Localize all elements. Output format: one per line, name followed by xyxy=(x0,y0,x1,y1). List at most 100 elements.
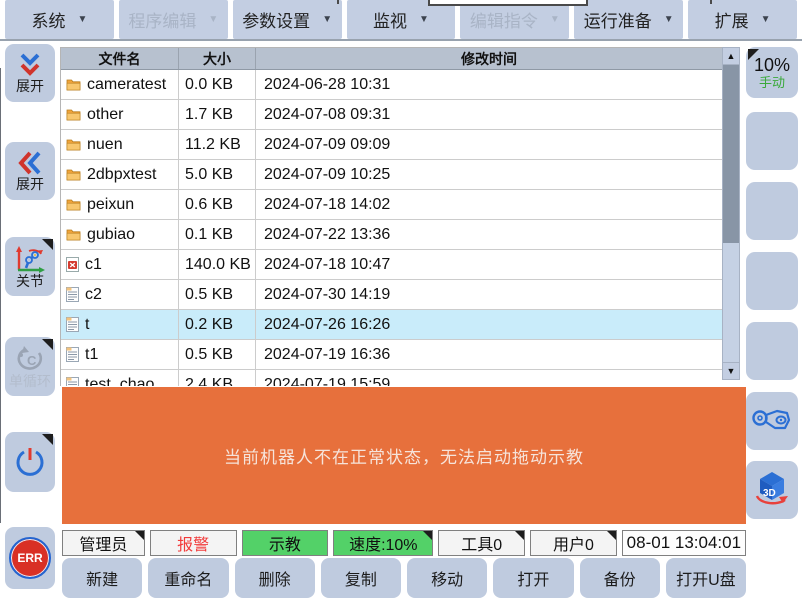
file-name-cell: peixun xyxy=(61,190,179,219)
backup-button[interactable]: 备份 xyxy=(580,558,660,598)
file-name-cell: c1 xyxy=(61,250,179,279)
open-usb-button[interactable]: 打开U盘 xyxy=(666,558,746,598)
table-row[interactable]: nuen11.2 KB2024-07-09 09:09 xyxy=(61,130,722,160)
teach-mode-text: 示教 xyxy=(269,531,301,555)
new-button[interactable]: 新建 xyxy=(62,558,142,598)
drag-teach-button[interactable] xyxy=(746,392,798,450)
table-row[interactable]: gubiao0.1 KB2024-07-22 13:36 xyxy=(61,220,722,250)
expand-left-label: 展开 xyxy=(16,177,44,192)
status-user-frame[interactable]: 用户0 xyxy=(530,530,617,556)
chevron-down-icon: ▼ xyxy=(419,14,429,25)
folder-icon xyxy=(66,108,81,121)
file-action-bar: 新建 重命名 删除 复制 移动 打开 备份 打开U盘 xyxy=(62,558,746,598)
table-row[interactable]: 2dbpxtest5.0 KB2024-07-09 10:25 xyxy=(61,160,722,190)
rename-button[interactable]: 重命名 xyxy=(148,558,228,598)
column-header-modified[interactable]: 修改时间 xyxy=(256,48,722,69)
delete-button[interactable]: 删除 xyxy=(235,558,315,598)
file-modified-cell: 2024-07-08 09:31 xyxy=(256,100,722,129)
file-modified-cell: 2024-06-28 10:31 xyxy=(256,70,722,99)
table-row[interactable]: c1140.0 KB2024-07-18 10:47 xyxy=(61,250,722,280)
speed-mode-button[interactable]: 10% 手动 xyxy=(746,47,798,98)
mode-label: 手动 xyxy=(759,75,785,91)
menu-item-run-prep[interactable]: 运行准备 ▼ xyxy=(574,0,683,39)
user-level-text: 管理员 xyxy=(79,531,127,555)
corner-mark-icon xyxy=(42,434,53,445)
scroll-down-icon[interactable]: ▼ xyxy=(723,362,739,379)
svg-text:C: C xyxy=(27,353,37,368)
file-size-cell: 5.0 KB xyxy=(179,160,256,189)
menu-item-label: 程序编辑 xyxy=(128,7,196,32)
copy-button[interactable]: 复制 xyxy=(321,558,401,598)
file-name-text: c1 xyxy=(85,256,102,274)
single-cycle-button: C 单循环 xyxy=(5,337,55,396)
file-modified-cell: 2024-07-18 10:47 xyxy=(256,250,722,279)
folder-icon xyxy=(66,78,81,91)
file-name-cell: 2dbpxtest xyxy=(61,160,179,189)
file-modified-cell: 2024-07-19 15:59 xyxy=(256,370,722,386)
file-size-cell: 2.4 KB xyxy=(179,370,256,386)
menu-item-system[interactable]: 系统 ▼ xyxy=(5,0,114,39)
corner-mark-icon xyxy=(42,339,53,350)
menu-item-label: 监视 xyxy=(373,7,407,32)
blank-button-4[interactable] xyxy=(746,322,798,380)
table-row[interactable]: test_chao2.4 KB2024-07-19 15:59 xyxy=(61,370,722,386)
table-row[interactable]: c20.5 KB2024-07-30 14:19 xyxy=(61,280,722,310)
table-row[interactable]: peixun0.6 KB2024-07-18 14:02 xyxy=(61,190,722,220)
menu-item-extension[interactable]: 扩展 ▼ xyxy=(688,0,797,39)
open-button[interactable]: 打开 xyxy=(493,558,573,598)
table-header-row: 文件名 大小 修改时间 xyxy=(61,48,722,70)
menu-item-label: 参数设置 xyxy=(242,7,310,32)
view-3d-button[interactable]: 3D xyxy=(746,461,798,519)
joint-coordinate-button[interactable]: 关节 xyxy=(5,237,55,296)
folder-icon xyxy=(66,228,81,241)
file-name-text: c2 xyxy=(85,286,102,304)
blank-button-2[interactable] xyxy=(746,182,798,240)
column-header-filename[interactable]: 文件名 xyxy=(61,48,179,69)
folder-icon xyxy=(66,168,81,181)
table-row[interactable]: other1.7 KB2024-07-08 09:31 xyxy=(61,100,722,130)
file-size-cell: 0.1 KB xyxy=(179,220,256,249)
scrollbar-thumb[interactable] xyxy=(723,65,739,243)
file-name-cell: cameratest xyxy=(61,70,179,99)
folder-icon xyxy=(66,138,81,151)
table-row[interactable]: t0.2 KB2024-07-26 16:26 xyxy=(61,310,722,340)
table-row[interactable]: t10.5 KB2024-07-19 16:36 xyxy=(61,340,722,370)
move-button[interactable]: 移动 xyxy=(407,558,487,598)
file-size-cell: 0.2 KB xyxy=(179,310,256,339)
column-header-size[interactable]: 大小 xyxy=(179,48,256,69)
error-button[interactable]: ERR xyxy=(5,527,55,589)
blank-button-1[interactable] xyxy=(746,112,798,170)
expand-left-button[interactable]: 展开 xyxy=(5,142,55,200)
file-name-cell: test_chao xyxy=(61,370,179,386)
file-table: 文件名 大小 修改时间 cameratest0.0 KB2024-06-28 1… xyxy=(60,47,722,386)
table-row[interactable]: cameratest0.0 KB2024-06-28 10:31 xyxy=(61,70,722,100)
chevron-down-icon: ▼ xyxy=(322,14,332,25)
menu-item-param-settings[interactable]: 参数设置 ▼ xyxy=(233,0,342,39)
file-modified-cell: 2024-07-09 09:09 xyxy=(256,130,722,159)
err-label: ERR xyxy=(17,551,42,565)
status-teach-mode[interactable]: 示教 xyxy=(242,530,329,556)
file-name-cell: nuen xyxy=(61,130,179,159)
document-icon xyxy=(66,317,79,332)
3d-cube-icon: 3D xyxy=(751,470,793,510)
expand-down-button[interactable]: 展开 xyxy=(5,44,55,102)
svg-text:3D: 3D xyxy=(763,488,776,499)
speed-text: 速度:10% xyxy=(349,531,417,555)
corner-mark-icon xyxy=(423,531,432,540)
power-icon xyxy=(13,445,47,479)
status-speed[interactable]: 速度:10% xyxy=(333,530,433,556)
power-button[interactable] xyxy=(5,432,55,492)
status-tool[interactable]: 工具0 xyxy=(438,530,525,556)
speed-value: 10% xyxy=(754,55,790,75)
file-size-cell: 0.5 KB xyxy=(179,340,256,369)
file-name-cell: c2 xyxy=(61,280,179,309)
blank-button-3[interactable] xyxy=(746,252,798,310)
status-alarm[interactable]: 报警 xyxy=(150,530,237,556)
scroll-up-icon[interactable]: ▲ xyxy=(723,48,739,65)
document-icon xyxy=(66,347,79,362)
menu-item-label: 系统 xyxy=(31,7,65,32)
status-user-level[interactable]: 管理员 xyxy=(62,530,145,556)
file-size-cell: 0.6 KB xyxy=(179,190,256,219)
folder-icon xyxy=(66,198,81,211)
table-scrollbar[interactable]: ▲ ▼ xyxy=(722,47,740,380)
